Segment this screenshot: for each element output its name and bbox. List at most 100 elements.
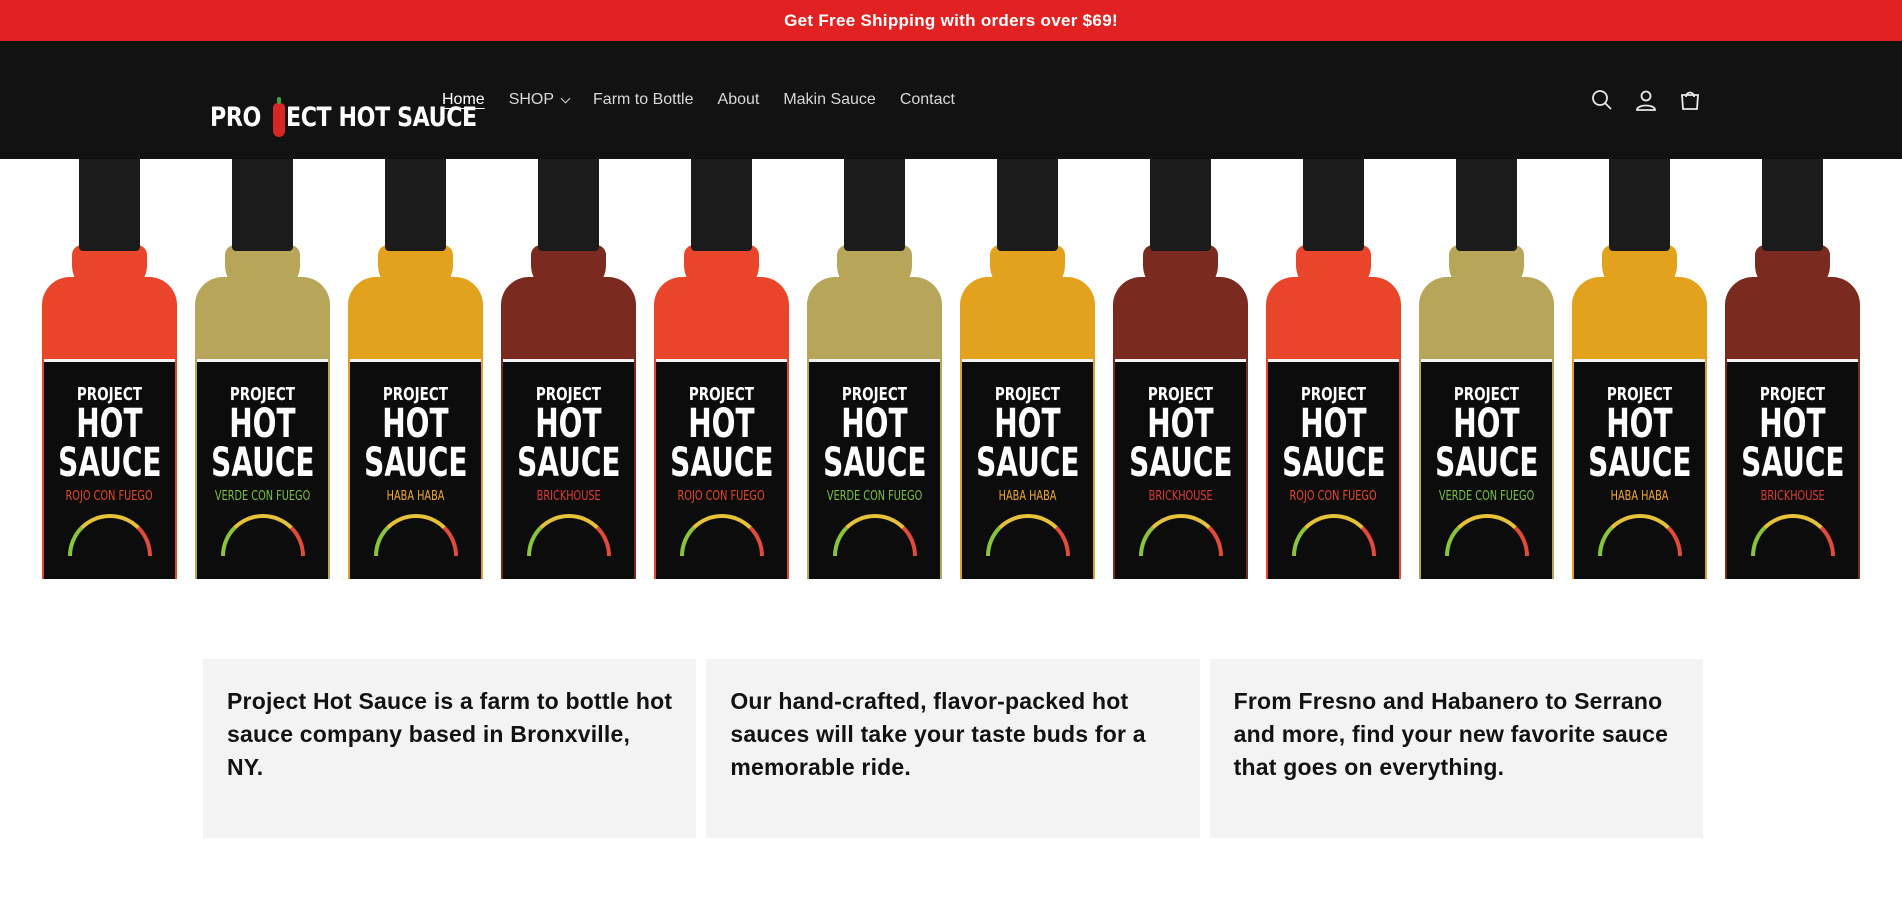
- brand-line: SAUCE: [1740, 440, 1845, 486]
- nav-item-makin-sauce[interactable]: Makin Sauce: [783, 91, 876, 109]
- nav-item-label: About: [717, 91, 760, 108]
- flavor-name: VERDE CON FUEGO: [826, 489, 923, 504]
- bottle-label: PROJECT HOT SAUCE ROJO CON FUEGO: [1268, 359, 1399, 579]
- feature-text: Project Hot Sauce is a farm to bottle ho…: [227, 688, 673, 780]
- bottle-label: PROJECT HOT SAUCE ROJO CON FUEGO: [656, 359, 787, 579]
- hot-sauce-bottle: PROJECT HOT SAUCE HABA HABA: [348, 159, 483, 579]
- brand-line: SAUCE: [516, 440, 621, 486]
- brand-line: HOT: [841, 401, 908, 447]
- brand-line: HOT: [535, 401, 602, 447]
- bottle-neck: [225, 245, 300, 295]
- heat-meter-icon: [67, 514, 152, 556]
- brand-line: SAUCE: [210, 440, 315, 486]
- bottle-label: PROJECT HOT SAUCE VERDE CON FUEGO: [197, 359, 328, 579]
- bottle-neck: [72, 245, 147, 295]
- feature-text: From Fresno and Habanero to Serrano and …: [1233, 688, 1669, 780]
- heat-meter-icon: [832, 514, 917, 556]
- brand-line: HOT: [688, 401, 755, 447]
- feature-card: Project Hot Sauce is a farm to bottle ho…: [203, 659, 697, 838]
- bottle-neck: [1755, 245, 1830, 295]
- bottle-neck: [1296, 245, 1371, 295]
- nav-item-shop[interactable]: SHOP: [508, 91, 571, 109]
- hot-sauce-bottle: PROJECT HOT SAUCE BRICKHOUSE: [1113, 159, 1248, 579]
- brand-line: HOT: [229, 401, 296, 447]
- heat-meter-icon: [526, 514, 611, 556]
- chevron-down-icon: [560, 93, 571, 103]
- bottle-cap: [1303, 159, 1364, 251]
- heat-meter-icon: [373, 514, 458, 556]
- search-icon[interactable]: [1590, 88, 1614, 112]
- bottle-label: PROJECT HOT SAUCE BRICKHOUSE: [503, 359, 634, 579]
- flavor-name: ROJO CON FUEGO: [1289, 489, 1378, 504]
- nav-item-contact[interactable]: Contact: [900, 91, 955, 109]
- hero-banner: PROJECT HOT SAUCE ROJO CON FUEGO PROJECT HOT…: [0, 159, 1902, 579]
- flavor-name: BRICKHOUSE: [1148, 489, 1213, 504]
- bottle-cap: [79, 159, 140, 251]
- flavor-name: VERDE CON FUEGO: [214, 489, 311, 504]
- heat-meter-icon: [985, 514, 1070, 556]
- flavor-name: ROJO CON FUEGO: [677, 489, 766, 504]
- bottle-cap: [1150, 159, 1211, 251]
- brand-line: SAUCE: [822, 440, 927, 486]
- cart-icon[interactable]: [1678, 88, 1702, 112]
- bottle-neck: [1602, 245, 1677, 295]
- bottle-cap: [385, 159, 446, 251]
- bottle-label: PROJECT HOT SAUCE VERDE CON FUEGO: [809, 359, 940, 579]
- hot-sauce-bottle: PROJECT HOT SAUCE ROJO CON FUEGO: [654, 159, 789, 579]
- bottle-neck: [1143, 245, 1218, 295]
- flavor-name: BRICKHOUSE: [536, 489, 601, 504]
- heat-meter-icon: [1444, 514, 1529, 556]
- brand-line: SAUCE: [975, 440, 1080, 486]
- bottle-neck: [684, 245, 759, 295]
- nav-item-label: Makin Sauce: [783, 91, 876, 108]
- flavor-name: HABA HABA: [1610, 489, 1669, 504]
- brand-line: HOT: [1300, 401, 1367, 447]
- brand-line: HOT: [382, 401, 449, 447]
- flavor-name: BRICKHOUSE: [1760, 489, 1825, 504]
- bottle-neck: [378, 245, 453, 295]
- brand-line: SAUCE: [1587, 440, 1692, 486]
- brand-line: HOT: [76, 401, 143, 447]
- bottle-cap: [1762, 159, 1823, 251]
- bottle-neck: [990, 245, 1065, 295]
- feature-card: Our hand-crafted, flavor-packed hot sauc…: [706, 659, 1200, 838]
- feature-cards: Project Hot Sauce is a farm to bottle ho…: [203, 659, 1703, 838]
- brand-line: SAUCE: [57, 440, 162, 486]
- brand-line: HOT: [1606, 401, 1673, 447]
- bottle-cap: [1609, 159, 1670, 251]
- bottle-label: PROJECT HOT SAUCE HABA HABA: [1574, 359, 1705, 579]
- nav-item-label: Farm to Bottle: [593, 91, 694, 108]
- bottle-neck: [1449, 245, 1524, 295]
- bottle-neck: [837, 245, 912, 295]
- hot-sauce-bottle: PROJECT HOT SAUCE HABA HABA: [1572, 159, 1707, 579]
- feature-card: From Fresno and Habanero to Serrano and …: [1209, 659, 1703, 838]
- nav-item-farm-to-bottle[interactable]: Farm to Bottle: [593, 91, 693, 109]
- feature-text: Our hand-crafted, flavor-packed hot sauc…: [730, 688, 1146, 780]
- announcement-bar: Get Free Shipping with orders over $69!: [0, 0, 1902, 41]
- hot-sauce-bottle: PROJECT HOT SAUCE VERDE CON FUEGO: [1419, 159, 1554, 579]
- header-icons: [1590, 41, 1702, 159]
- heat-meter-icon: [220, 514, 305, 556]
- bottle-label: PROJECT HOT SAUCE BRICKHOUSE: [1115, 359, 1246, 579]
- bottle-cap: [691, 159, 752, 251]
- bottle-cap: [997, 159, 1058, 251]
- brand-line: SAUCE: [1128, 440, 1233, 486]
- flavor-name: HABA HABA: [386, 489, 445, 504]
- nav-item-label: Contact: [899, 91, 955, 108]
- bottle-label: PROJECT HOT SAUCE HABA HABA: [350, 359, 481, 579]
- hot-sauce-bottle: PROJECT HOT SAUCE HABA HABA: [960, 159, 1095, 579]
- heat-meter-icon: [1750, 514, 1835, 556]
- bottle-label: PROJECT HOT SAUCE BRICKHOUSE: [1727, 359, 1858, 579]
- nav-item-about[interactable]: About: [718, 91, 760, 109]
- nav-item-label: SHOP: [508, 91, 555, 108]
- heat-meter-icon: [1597, 514, 1682, 556]
- flavor-name: VERDE CON FUEGO: [1438, 489, 1535, 504]
- brand-line: SAUCE: [363, 440, 468, 486]
- bottle-neck: [531, 245, 606, 295]
- brand-line: SAUCE: [669, 440, 774, 486]
- brand-line: HOT: [1453, 401, 1520, 447]
- heat-meter-icon: [1291, 514, 1376, 556]
- hot-sauce-bottle: PROJECT HOT SAUCE BRICKHOUSE: [1725, 159, 1860, 579]
- account-icon[interactable]: [1634, 88, 1658, 112]
- nav-item-home[interactable]: Home: [442, 91, 485, 109]
